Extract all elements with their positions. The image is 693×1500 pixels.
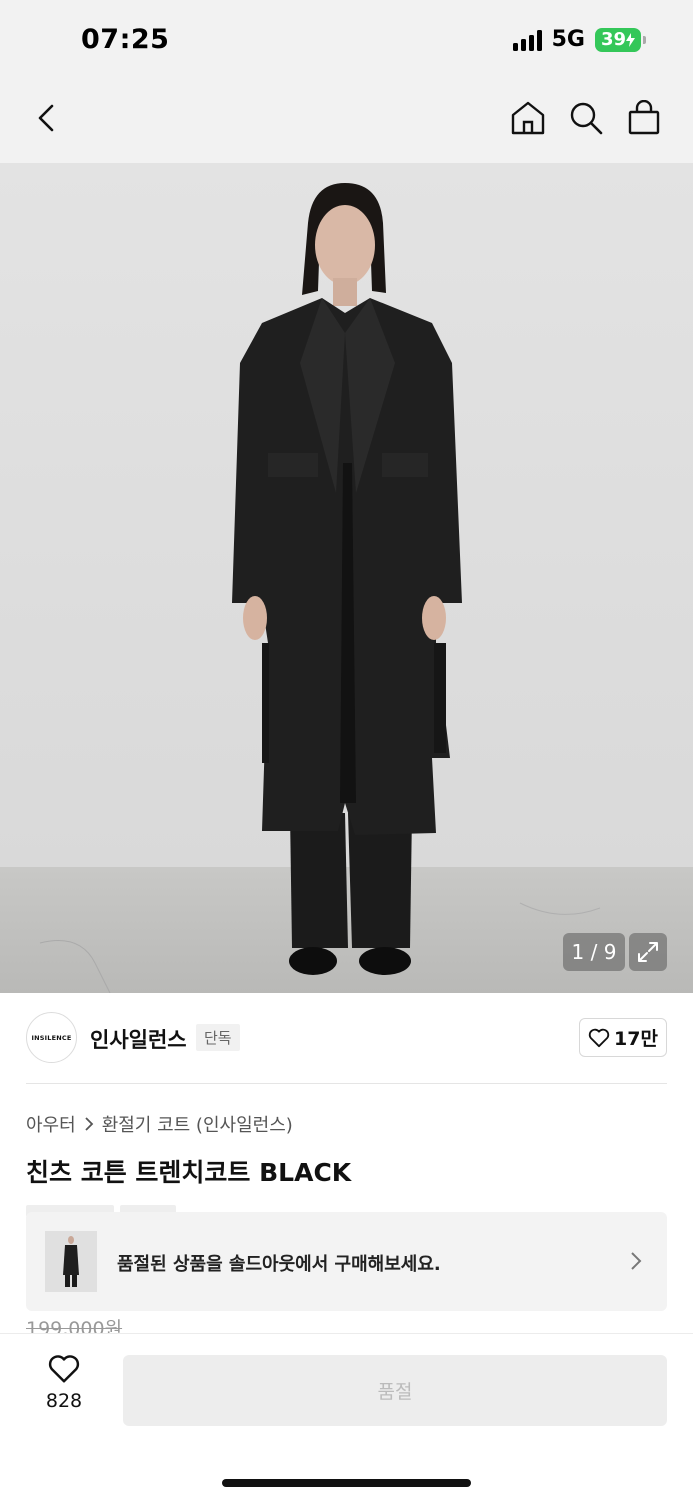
breadcrumb-item-outer[interactable]: 아우터 (26, 1111, 76, 1137)
network-type: 5G (551, 27, 585, 52)
exclusive-badge: 단독 (196, 1024, 240, 1051)
top-navigation (0, 80, 693, 163)
chevron-right-icon (85, 1117, 93, 1131)
signal-icon (512, 29, 542, 51)
shopping-bag-icon (628, 100, 660, 135)
search-button[interactable] (566, 98, 606, 138)
chevron-right-icon (629, 1250, 643, 1272)
product-image-gallery[interactable]: 1 / 9 (0, 163, 693, 993)
home-icon (511, 101, 545, 135)
bottom-action-bar: 828 품절 (0, 1333, 693, 1500)
divider (26, 1083, 667, 1084)
image-counter: 1 / 9 (563, 933, 625, 971)
soldout-banner[interactable]: 품절된 상품을 솔드아웃에서 구매해보세요. (26, 1212, 667, 1311)
soldout-purchase-button[interactable]: 품절 (123, 1355, 667, 1426)
product-like-button[interactable]: 828 (28, 1354, 100, 1424)
battery-icon: 39 (595, 27, 646, 52)
status-bar: 07:25 5G 39 (0, 0, 693, 80)
product-like-count: 828 (45, 1390, 83, 1412)
banner-thumbnail (45, 1231, 97, 1292)
battery-level: 39 (600, 29, 627, 50)
status-time: 07:25 (81, 24, 170, 55)
heart-icon (48, 1355, 80, 1383)
home-button[interactable] (508, 98, 548, 138)
home-indicator (222, 1479, 471, 1487)
expand-icon (638, 942, 658, 962)
brand-like-button[interactable]: 17만 (579, 1018, 667, 1057)
cart-button[interactable] (624, 98, 664, 138)
expand-button[interactable] (629, 933, 667, 971)
product-title: 친츠 코튼 트렌치코트 BLACK (26, 1158, 352, 1187)
brand-logo[interactable]: INSILENCE (26, 1012, 77, 1063)
breadcrumb: 아우터 환절기 코트 (인사일런스) (26, 1111, 293, 1137)
heart-icon (588, 1028, 610, 1047)
brand-name[interactable]: 인사일런스 (90, 1024, 187, 1054)
breadcrumb-item-category[interactable]: 환절기 코트 (인사일런스) (102, 1111, 293, 1137)
brand-row: INSILENCE 인사일런스 단독 17만 (0, 993, 693, 1083)
product-photo (0, 163, 693, 993)
back-icon (38, 104, 54, 132)
charging-bolt-icon (626, 32, 636, 47)
back-button[interactable] (28, 98, 64, 138)
banner-text: 품절된 상품을 솔드아웃에서 구매해보세요. (117, 1254, 441, 1275)
search-icon (570, 102, 603, 135)
brand-like-count: 17만 (614, 1028, 658, 1050)
status-indicators: 5G 39 (512, 27, 646, 52)
